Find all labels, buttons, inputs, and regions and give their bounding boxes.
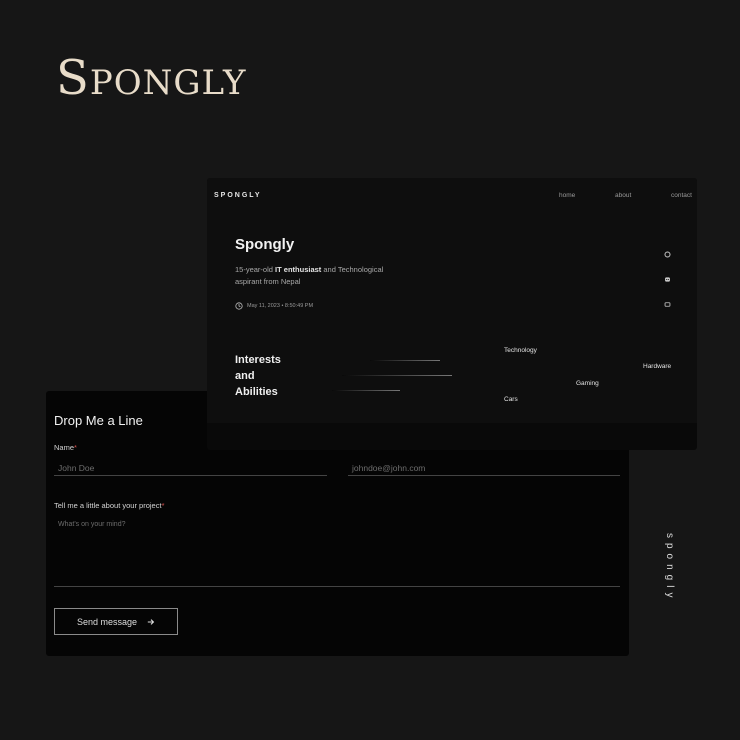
skill-bar xyxy=(342,375,452,376)
skill-cars: Cars xyxy=(504,396,518,403)
nav-logo[interactable]: SPONGLY xyxy=(214,192,262,199)
nav-about[interactable]: about xyxy=(615,192,631,199)
nav-home[interactable]: home xyxy=(559,192,575,199)
nav-contact[interactable]: contact xyxy=(671,192,692,199)
mail-icon[interactable] xyxy=(664,301,671,310)
skill-gaming: Gaming xyxy=(576,380,599,387)
project-label: Tell me a little about your project* xyxy=(54,501,165,510)
send-message-button[interactable]: Send message xyxy=(54,608,178,635)
skill-bar xyxy=(370,360,440,361)
email-input[interactable]: johndoe@john.com xyxy=(348,461,620,476)
datetime-row: May 11, 2023 • 8:50:49 PM xyxy=(235,302,313,310)
hero-tagline: 15-year-old IT enthusiast and Technologi… xyxy=(235,265,384,286)
site-preview-window: SPONGLY home about contact Spongly 15-ye… xyxy=(207,178,697,450)
skill-technology: Technology xyxy=(504,347,537,354)
brand-title: Spongly xyxy=(56,50,247,106)
discord-icon[interactable] xyxy=(664,276,671,285)
hero-name: Spongly xyxy=(235,236,295,253)
project-textarea[interactable]: What's on your mind? xyxy=(54,519,620,587)
interests-heading: Interests and Abilities xyxy=(235,354,281,398)
project-placeholder: What's on your mind? xyxy=(58,521,126,528)
vertical-brand-text: spongly xyxy=(664,533,675,603)
skill-hardware: Hardware xyxy=(643,363,672,370)
form-heading: Drop Me a Line xyxy=(54,413,143,428)
send-label: Send message xyxy=(76,616,138,627)
clock-icon xyxy=(235,302,243,310)
name-input[interactable]: John Doe xyxy=(54,461,327,476)
name-label: Name* xyxy=(54,443,77,452)
github-icon[interactable] xyxy=(664,251,671,260)
arrow-right-icon xyxy=(147,618,155,625)
skill-bar xyxy=(332,390,400,391)
datetime-text: May 11, 2023 • 8:50:49 PM xyxy=(247,303,314,309)
